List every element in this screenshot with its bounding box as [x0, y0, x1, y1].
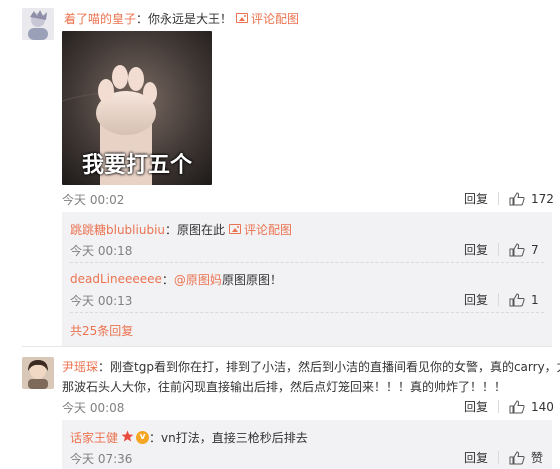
like-button[interactable]: [509, 292, 525, 307]
image-icon: [229, 224, 242, 234]
reply-actions: 回复 赞: [464, 449, 543, 466]
comment-body: 尹瑶琛 ：刚查tgp看到你在打，排到了小洁，然后到小洁的直播间看见你的女警，真的…: [62, 357, 560, 397]
like-button[interactable]: [509, 191, 525, 206]
reply-username[interactable]: 跳跳糖blubliubiu: [70, 221, 165, 238]
comment-text: ：你永远是大王！: [136, 11, 233, 26]
reply-button[interactable]: 回复: [464, 291, 488, 308]
reply-button[interactable]: 回复: [464, 398, 488, 415]
like-count: 1: [531, 292, 539, 307]
reply-actions: 回复 7: [464, 241, 539, 258]
comment-divider: [22, 346, 552, 347]
avatar[interactable]: [22, 357, 54, 389]
reply-text: ：vn打法，直接三枪秒后排去: [149, 430, 308, 445]
comment-username[interactable]: 着了喵的皇子: [64, 10, 136, 27]
divider: [498, 192, 500, 205]
reply-button[interactable]: 回复: [464, 449, 488, 466]
divider: [70, 262, 544, 263]
reply-button[interactable]: 回复: [464, 190, 488, 207]
thumbs-up-icon: [509, 450, 525, 464]
view-image-link[interactable]: 评论配图: [251, 10, 299, 27]
reply-text: 原图原图！: [221, 272, 282, 287]
thumbs-up-icon: [509, 191, 525, 205]
image-icon: [236, 13, 249, 23]
comment-header: 着了喵的皇子 ：你永远是大王！ 评论配图: [64, 10, 299, 26]
reply-username[interactable]: 话家王健: [70, 429, 118, 446]
thumbs-up-icon: [509, 399, 525, 413]
total-replies-link[interactable]: 共25条回复: [70, 322, 133, 339]
reply-header: deadLineeeeee ： @原图妈 原图原图！: [70, 271, 282, 287]
comment-actions: 回复 140: [464, 398, 554, 415]
divider: [498, 400, 500, 413]
reply-header: 话家王健 v ：vn打法，直接三枪秒后排去: [70, 429, 308, 445]
divider: [498, 293, 500, 306]
comment-text-line: ：刚查tgp看到你在打，排到了小洁，然后到小洁的直播间看见你的女警，真的carr…: [98, 360, 560, 374]
divider: [498, 243, 500, 256]
comment-time: 今天 00:08: [62, 401, 125, 415]
comment-time: 今天 00:02: [62, 193, 125, 207]
view-image-link[interactable]: 评论配图: [244, 221, 292, 238]
reply-time: 今天 00:13: [70, 294, 133, 308]
replies-box: 话家王健 v ：vn打法，直接三枪秒后排去 今天 07:36 回复 赞: [62, 420, 552, 469]
reply-time: 今天 07:36: [70, 452, 133, 466]
avatar[interactable]: [22, 8, 54, 40]
like-button[interactable]: [509, 242, 525, 257]
like-count: 140: [531, 399, 554, 414]
crown-icon: [121, 430, 134, 445]
thumbs-up-icon: [509, 292, 525, 306]
reply-button[interactable]: 回复: [464, 241, 488, 258]
replies-box: 跳跳糖blubliubiu ：原图在此 评论配图 今天 00:18 回复 7 d…: [62, 212, 552, 346]
image-caption: 我要打五个: [81, 153, 192, 178]
like-count: 7: [531, 242, 539, 257]
mention-link[interactable]: @原图妈: [174, 271, 222, 288]
divider: [70, 312, 544, 313]
reply-header: 跳跳糖blubliubiu ：原图在此 评论配图: [70, 221, 292, 237]
like-count: 172: [531, 191, 554, 206]
like-button[interactable]: [509, 399, 525, 414]
comment-username[interactable]: 尹瑶琛: [62, 357, 98, 377]
reply-actions: 回复 1: [464, 291, 539, 308]
vip-badge: v: [136, 430, 150, 444]
comment-text-line: 那波石头人大你，往前闪现直接输出后排，然后点灯笼回来！！！真的帅炸了！！！: [62, 380, 507, 394]
comment-actions: 回复 172: [464, 190, 554, 207]
reply-username[interactable]: deadLineeeeee: [70, 272, 162, 286]
reply-time: 今天 00:18: [70, 244, 133, 258]
reply-text: ：原图在此: [165, 222, 226, 237]
thumbs-up-icon: [509, 242, 525, 256]
comment-image[interactable]: 我要打五个: [62, 31, 212, 185]
reply-separator: ：: [161, 272, 174, 287]
like-button[interactable]: [509, 450, 525, 465]
divider: [498, 451, 500, 464]
like-label: 赞: [531, 451, 544, 465]
